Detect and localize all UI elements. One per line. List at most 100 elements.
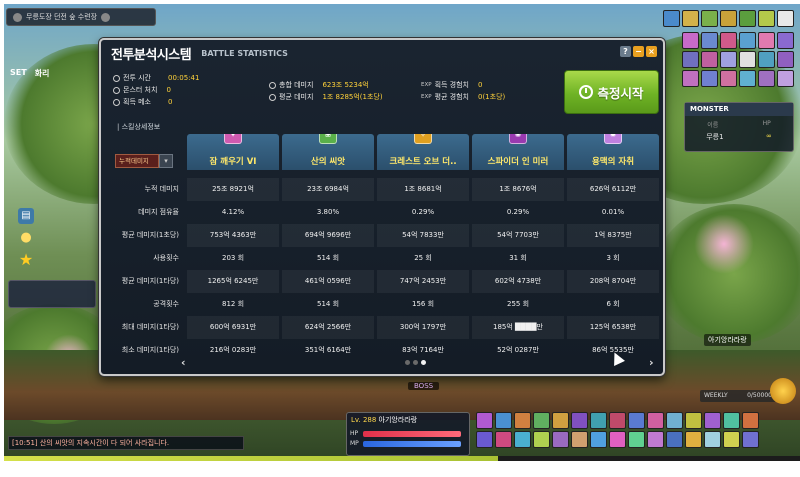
dragon-icon: ✹ xyxy=(604,134,622,144)
menu-slot[interactable] xyxy=(739,10,756,27)
stat-cell: 626억 6112만 xyxy=(567,178,659,201)
stat-cell: 461억 0596만 xyxy=(282,270,374,293)
stat-cell: 203 회 xyxy=(221,254,245,262)
page-dot-active[interactable] xyxy=(421,360,426,365)
stat-cell: 31 회 xyxy=(509,254,527,262)
exp-prefix: EXP xyxy=(421,82,432,88)
start-measure-button[interactable]: 측정시작 xyxy=(564,70,659,114)
char-name: 아기앙라라랑 xyxy=(378,416,418,424)
avg-damage-label: 평균 데미지 xyxy=(279,93,314,101)
stat-cell: 624억 2566만 xyxy=(282,316,374,339)
buff-grid xyxy=(682,32,794,87)
guide-icon[interactable]: ▤ xyxy=(18,208,34,224)
crest-icon: ✧ xyxy=(414,134,432,144)
menu-slot[interactable] xyxy=(701,10,718,27)
stat-cell: 1억 8375만 xyxy=(567,224,659,247)
skill-header[interactable]: ✦ 잠 깨우기 VI xyxy=(187,134,279,170)
monster-col-name: 이름 xyxy=(707,122,719,129)
minimize-button[interactable]: − xyxy=(633,46,644,57)
stat-cell: 812 회 xyxy=(221,300,245,308)
stat-cell: 694억 9696만 xyxy=(282,224,374,247)
skill-header[interactable]: ✹ 용맥의 자취 xyxy=(567,134,659,170)
skill-header[interactable]: ✺ 스파이더 인 미러 xyxy=(472,134,564,170)
buff-bar xyxy=(8,280,96,308)
menu-slot[interactable] xyxy=(777,10,794,27)
skill-column: ✦ 잠 깨우기 VI 25조 8921억 4.12% 753억 4363만 20… xyxy=(187,134,279,354)
sort-dropdown[interactable]: 누적데미지 ▾ xyxy=(115,154,173,168)
help-button[interactable]: ? xyxy=(620,46,631,57)
row-label: 공격횟수 xyxy=(153,300,179,308)
star-icon[interactable]: ★ xyxy=(18,252,34,268)
skill-column: ✧ 크레스트 오브 더.. 1조 8681억 0.29% 54억 7833만 2… xyxy=(377,134,469,354)
exp-avg-label: 평균 경험치 xyxy=(434,93,469,101)
chat-line[interactable]: [10:51] 산의 씨앗의 지속시간이 다 되어 사라집니다. xyxy=(8,436,244,450)
stat-cell: 600억 6931만 xyxy=(187,316,279,339)
stat-cell: 0.29% xyxy=(411,208,435,216)
skill-header[interactable]: ✧ 크레스트 오브 더.. xyxy=(377,134,469,170)
stat-cell: 1조 8681억 xyxy=(377,178,469,201)
row-label: 평균 데미지(1타당) xyxy=(121,277,179,285)
meso-value: 0 xyxy=(168,98,173,106)
close-button[interactable]: × xyxy=(646,46,657,57)
section-title: | 스킬상세정보 xyxy=(117,123,161,131)
mp-label: MP xyxy=(350,440,359,447)
kills-value: 0 xyxy=(166,86,171,94)
stat-cell: 125억 6538만 xyxy=(567,316,659,339)
stat-cell: 1265억 6245만 xyxy=(187,270,279,293)
lightbulb-icon[interactable]: ● xyxy=(18,230,34,246)
monster-name: 무릉1 xyxy=(706,133,724,141)
stat-cell: 3.80% xyxy=(316,208,340,216)
skill-name: 잠 깨우기 VI xyxy=(209,157,257,167)
settings-button[interactable]: SET 화리 xyxy=(10,68,66,84)
char-level: Lv. 288 xyxy=(351,416,377,424)
menu-slot[interactable] xyxy=(720,10,737,27)
stat-cell: 25조 8921억 xyxy=(187,178,279,201)
total-damage-value: 623조 5234억 xyxy=(322,81,369,89)
chevron-down-icon: ▾ xyxy=(159,154,173,168)
hp-label: HP xyxy=(350,430,359,437)
stat-cell: 156 회 xyxy=(411,300,435,308)
menu-slot[interactable] xyxy=(663,10,680,27)
stat-cell: 52억 0287만 xyxy=(497,346,539,354)
total-damage-label: 총합 데미지 xyxy=(279,81,314,89)
row-label: 데미지 점유율 xyxy=(138,208,179,216)
monster-panel: MONSTER 이름 HP 무릉1 ∞ xyxy=(684,102,794,152)
map-icon xyxy=(13,12,22,22)
next-page-button[interactable]: › xyxy=(649,356,654,369)
event-icon[interactable] xyxy=(770,378,796,404)
prev-page-button[interactable]: ‹ xyxy=(181,356,186,369)
monster-panel-title: MONSTER xyxy=(685,103,793,116)
skill-name: 용맥의 자취 xyxy=(591,157,635,167)
settings-icon[interactable] xyxy=(101,12,111,22)
page-dot[interactable] xyxy=(405,360,410,365)
skill-stats-table: 누적 데미지 데미지 점유율 평균 데미지(1초당) 사용횟수 평균 데미지(1… xyxy=(109,134,659,354)
stat-cell: 514 회 xyxy=(316,300,340,308)
meso-icon xyxy=(113,98,120,106)
skill-name: 산의 씨앗 xyxy=(310,157,346,167)
clock-icon xyxy=(579,85,594,99)
page-dot[interactable] xyxy=(413,360,418,365)
window-titlebar[interactable]: 전투분석시스템 BATTLE STATISTICS xyxy=(101,40,663,66)
menu-slot[interactable] xyxy=(758,10,775,27)
location-bar[interactable]: 무릉도장 던전 숲 수련장 xyxy=(6,8,156,26)
skill-column: ❀ 산의 씨앗 23조 6984억 3.80% 694억 9696만 514 회… xyxy=(282,134,374,354)
stat-cell: 255 회 xyxy=(506,300,530,308)
monster-col-hp: HP xyxy=(762,120,771,127)
exp-prefix: EXP xyxy=(421,94,432,100)
skill-header[interactable]: ❀ 산의 씨앗 xyxy=(282,134,374,170)
menu-slot[interactable] xyxy=(682,10,699,27)
skill-name: 크레스트 오브 더.. xyxy=(389,157,457,167)
meso-label: 획득 메소 xyxy=(123,98,151,106)
sword-icon xyxy=(269,81,276,89)
character-status: Lv. 288 아기앙라라랑 HP MP xyxy=(346,412,470,456)
exp-bar xyxy=(4,456,800,461)
stat-cell: 514 회 xyxy=(316,254,340,262)
boss-tag: BOSS xyxy=(408,382,440,390)
row-label: 최대 데미지(1타당) xyxy=(121,323,179,331)
stat-cell: 747억 2453만 xyxy=(377,270,469,293)
stat-cell: 1조 8676억 xyxy=(472,178,564,201)
stat-cell: 185억 ████만 xyxy=(472,316,564,339)
left-icon-column: ▤ ● ★ xyxy=(18,208,34,268)
monster-hp: ∞ xyxy=(765,132,772,140)
sort-selected: 누적데미지 xyxy=(115,154,159,168)
